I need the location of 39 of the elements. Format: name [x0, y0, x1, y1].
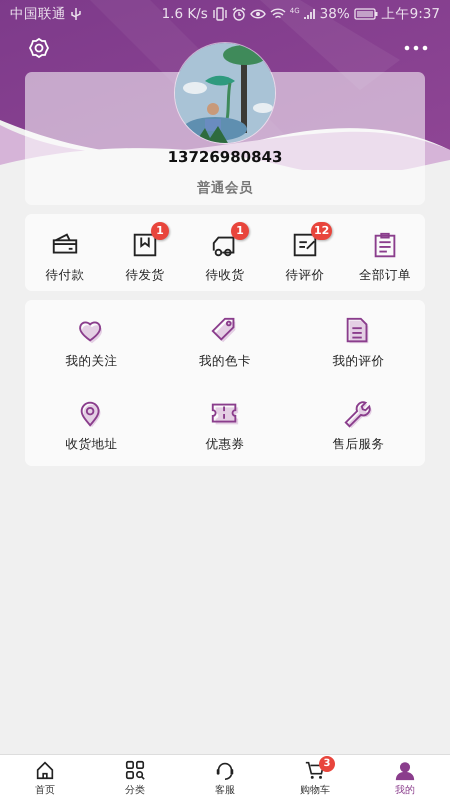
service-item[interactable]: 我的评价	[292, 300, 425, 383]
usb-icon	[70, 7, 82, 21]
count-badge: 3	[319, 756, 335, 772]
member-level: 普通会员	[197, 179, 253, 197]
category-icon	[124, 759, 146, 781]
service-item[interactable]: 售后服务	[292, 383, 425, 466]
clock-time: 上午9:37	[382, 5, 440, 23]
more-icon[interactable]	[404, 45, 428, 51]
settings-icon[interactable]	[28, 37, 50, 59]
tab-item[interactable]: 客服	[180, 755, 270, 800]
count-badge: 1	[151, 222, 169, 240]
count-badge: 1	[231, 222, 249, 240]
vibrate-icon	[212, 7, 228, 21]
tab-item[interactable]: 分类	[90, 755, 180, 800]
service-item[interactable]: 收货地址	[25, 383, 158, 466]
service-item[interactable]: 优惠券	[158, 383, 292, 466]
order-status-item[interactable]: 全部订单	[345, 214, 425, 291]
wifi-icon	[270, 8, 286, 20]
tab-item[interactable]: 3 购物车	[270, 755, 360, 800]
user-icon	[394, 759, 416, 781]
phone-number: 13726980843	[168, 148, 282, 166]
service-item[interactable]: 我的色卡	[158, 300, 292, 383]
order-status-item[interactable]: 待付款	[25, 214, 105, 291]
order-status-item[interactable]: 12 待评价	[265, 214, 345, 291]
tab-item[interactable]: 我的	[360, 755, 450, 800]
signal-icon	[304, 8, 316, 20]
battery-percent: 38%	[320, 6, 350, 22]
network-speed: 1.6 K/s	[162, 6, 208, 22]
service-item[interactable]: 我的关注	[25, 300, 158, 383]
order-status-item[interactable]: 1 待发货	[105, 214, 185, 291]
count-badge: 12	[311, 222, 332, 240]
order-status-item[interactable]: 1 待收货	[185, 214, 265, 291]
carrier-name: 中国联通	[10, 5, 66, 23]
cart-icon	[304, 759, 326, 781]
battery-icon	[354, 8, 378, 20]
eye-icon	[250, 8, 266, 20]
alarm-icon	[232, 7, 246, 21]
tab-item[interactable]: 首页	[0, 755, 90, 800]
home-icon	[34, 759, 56, 781]
